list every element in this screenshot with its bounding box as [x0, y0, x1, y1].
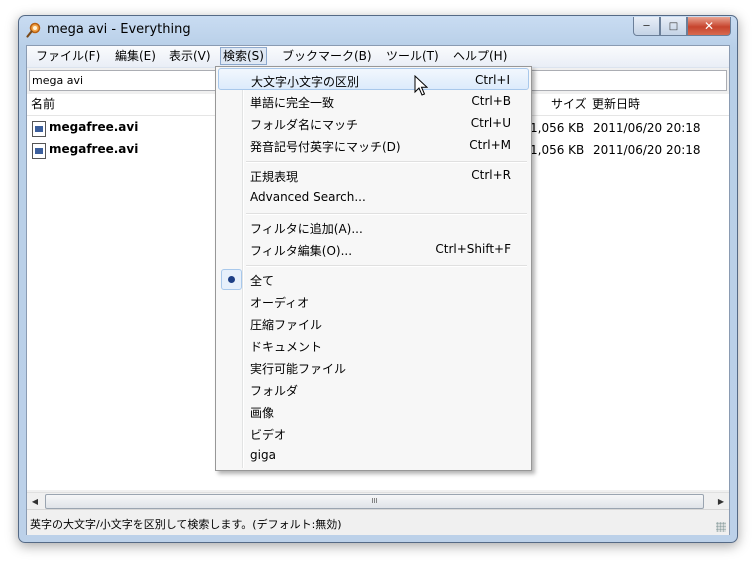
magnifier-icon [26, 22, 41, 38]
menu-item-filter-giga[interactable]: giga [218, 444, 529, 466]
file-size: 1,056 KB [530, 121, 585, 135]
menu-view[interactable]: 表示(V) [167, 48, 213, 64]
title-bar[interactable]: mega avi - Everything ─ □ ✕ [19, 16, 737, 44]
menu-item-add-filter[interactable]: フィルタに追加(A)... [218, 216, 529, 238]
scroll-right-icon[interactable]: ▶ [713, 493, 729, 509]
window-title: mega avi - Everything [47, 22, 191, 37]
menu-separator [246, 265, 527, 267]
menu-item-shortcut: Ctrl+R [471, 168, 511, 182]
menu-item-shortcut: Ctrl+M [469, 138, 511, 152]
menu-item-filter-audio[interactable]: オーディオ [218, 290, 529, 312]
menu-item-filter-picture[interactable]: 画像 [218, 400, 529, 422]
menu-item-filter-compressed[interactable]: 圧縮ファイル [218, 312, 529, 334]
scroll-left-icon[interactable]: ◀ [27, 493, 43, 509]
menu-item-label: フィルタ編集(O)... [250, 244, 353, 258]
resize-grip-icon[interactable] [716, 522, 726, 532]
menu-item-label: ビデオ [250, 428, 287, 442]
file-modified: 2011/06/20 20:18 [593, 121, 701, 135]
menu-item-label: 全て [250, 274, 275, 288]
menu-item-shortcut: Ctrl+B [471, 94, 511, 108]
horizontal-scrollbar[interactable]: ◀ III ▶ [27, 492, 729, 509]
menu-tools[interactable]: ツール(T) [384, 48, 441, 64]
menu-item-filter-folder[interactable]: フォルダ [218, 378, 529, 400]
menu-item-label: オーディオ [250, 296, 310, 310]
menu-file[interactable]: ファイル(F) [34, 48, 102, 64]
file-size: 1,056 KB [530, 143, 585, 157]
column-header-modified[interactable]: 更新日時 [592, 94, 640, 114]
menu-item-filter-executable[interactable]: 実行可能ファイル [218, 356, 529, 378]
menu-item-match-path[interactable]: フォルダ名にマッチ Ctrl+U [218, 112, 529, 134]
radio-selected-icon [221, 269, 242, 290]
status-bar: 英字の大文字/小文字を区別して検索します。(デフォルト:無効) [27, 509, 729, 535]
menu-item-label: フィルタに追加(A)... [250, 222, 363, 236]
menu-item-label: 発音記号付英字にマッチ(D) [250, 140, 401, 154]
menu-item-label: 圧縮ファイル [250, 318, 323, 332]
menu-item-regex[interactable]: 正規表現 Ctrl+R [218, 164, 529, 186]
menu-item-shortcut: Ctrl+I [475, 73, 510, 87]
window-controls: ─ □ ✕ [633, 17, 731, 36]
close-button[interactable]: ✕ [687, 17, 731, 36]
column-header-name[interactable]: 名前 [31, 94, 55, 114]
menu-item-label: 画像 [250, 406, 275, 420]
status-text: 英字の大文字/小文字を区別して検索します。(デフォルト:無効) [30, 518, 342, 531]
file-name: megafree.avi [49, 120, 139, 134]
menu-bookmark[interactable]: ブックマーク(B) [280, 48, 374, 64]
menu-item-match-case[interactable]: 大文字小文字の区別 Ctrl+I [218, 68, 529, 90]
menu-item-label: ドキュメント [250, 340, 323, 354]
menu-item-filter-all[interactable]: 全て [218, 268, 529, 290]
file-modified: 2011/06/20 20:18 [593, 143, 701, 157]
menu-separator [246, 161, 527, 163]
menu-item-whole-word[interactable]: 単語に完全一致 Ctrl+B [218, 90, 529, 112]
menu-search[interactable]: 検索(S) [220, 47, 267, 65]
menu-item-filter-document[interactable]: ドキュメント [218, 334, 529, 356]
column-header-size[interactable]: サイズ [551, 94, 587, 114]
file-name: megafree.avi [49, 142, 139, 156]
menu-item-label: フォルダ [250, 384, 299, 398]
mouse-pointer-icon [414, 75, 428, 96]
menu-item-label: 大文字小文字の区別 [251, 75, 360, 89]
menu-item-shortcut: Ctrl+U [470, 116, 511, 130]
menu-item-label: 単語に完全一致 [250, 96, 335, 110]
scrollbar-thumb[interactable]: III [45, 494, 704, 509]
menu-bar: ファイル(F) 編集(E) 表示(V) 検索(S) ブックマーク(B) ツール(… [27, 46, 729, 68]
menu-item-match-diacritics[interactable]: 発音記号付英字にマッチ(D) Ctrl+M [218, 134, 529, 156]
menu-item-label: Advanced Search... [250, 190, 366, 204]
menu-item-filter-video[interactable]: ビデオ [218, 422, 529, 444]
menu-item-advanced-search[interactable]: Advanced Search... [218, 186, 529, 208]
minimize-button[interactable]: ─ [633, 17, 660, 36]
menu-separator [246, 213, 527, 215]
menu-item-label: 実行可能ファイル [250, 362, 347, 376]
menu-item-label: 正規表現 [250, 170, 299, 184]
menu-item-label: フォルダ名にマッチ [250, 118, 359, 132]
search-dropdown-menu: 大文字小文字の区別 Ctrl+I 単語に完全一致 Ctrl+B フォルダ名にマッ… [215, 66, 532, 471]
maximize-button[interactable]: □ [660, 17, 687, 36]
menu-item-shortcut: Ctrl+Shift+F [435, 242, 511, 256]
menu-item-edit-filters[interactable]: フィルタ編集(O)... Ctrl+Shift+F [218, 238, 529, 260]
menu-help[interactable]: ヘルプ(H) [451, 48, 509, 64]
video-file-icon [32, 121, 46, 137]
video-file-icon [32, 143, 46, 159]
menu-item-label: giga [250, 448, 276, 462]
menu-edit[interactable]: 編集(E) [113, 48, 158, 64]
